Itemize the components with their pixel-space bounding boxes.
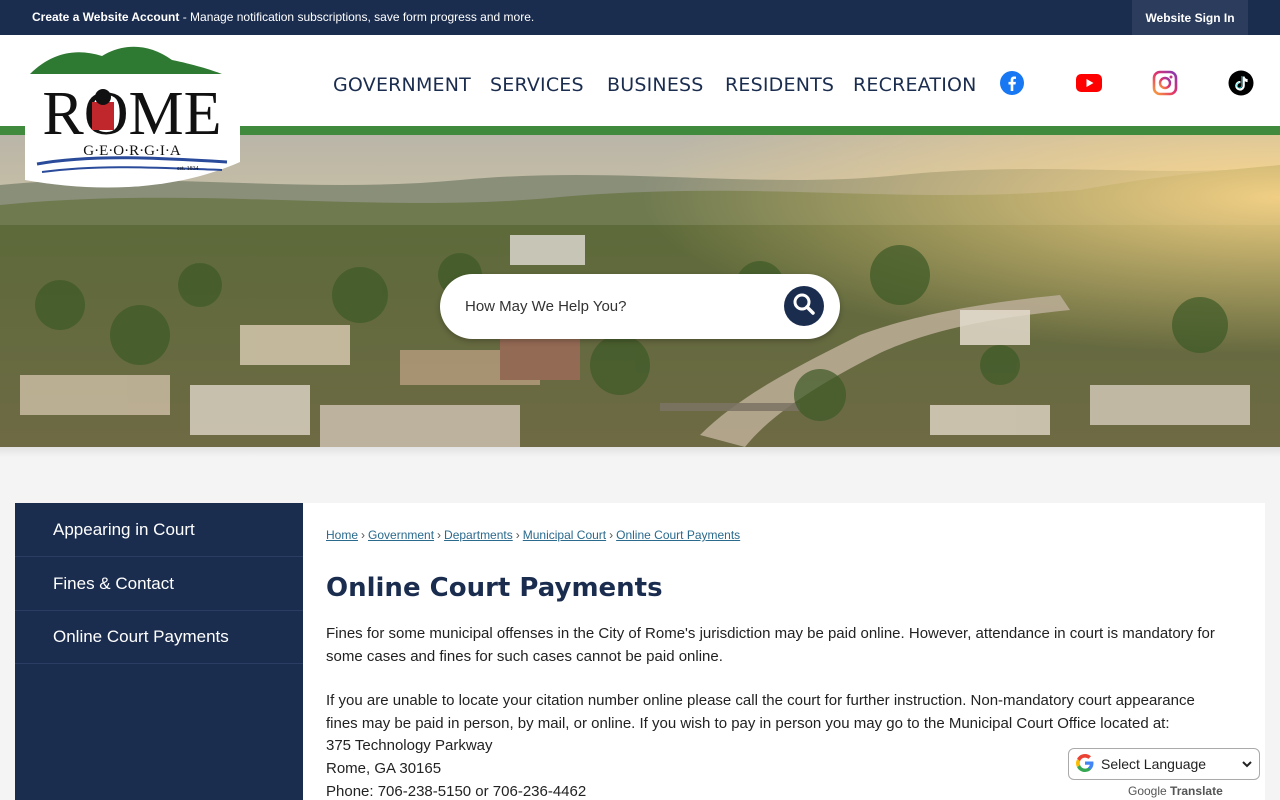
chevron-down-icon (1241, 757, 1253, 774)
city-logo[interactable]: ROME G·E·O·R·G·I·A est. 1834 (22, 42, 243, 188)
nav-government[interactable]: GOVERNMENT (333, 74, 471, 96)
create-account-link[interactable]: Create a Website Account - Manage notifi… (32, 10, 534, 24)
google-g-icon (1075, 753, 1095, 776)
youtube-icon[interactable] (1076, 70, 1102, 96)
nav-recreation[interactable]: RECREATION (853, 74, 977, 96)
logo-city-text: ROME (42, 80, 221, 148)
top-utility-bar: Create a Website Account - Manage notifi… (0, 0, 1280, 35)
logo-est-text: est. 1834 (177, 166, 199, 172)
breadcrumb-departments[interactable]: Departments (444, 528, 513, 542)
facebook-icon[interactable] (999, 70, 1025, 96)
language-select[interactable]: Select Language (1068, 748, 1260, 780)
powered-by-google-translate: Google Translate (1128, 784, 1223, 798)
page-title: Online Court Payments (326, 573, 663, 603)
instagram-icon[interactable] (1152, 70, 1178, 96)
google-label: Google (1128, 784, 1167, 798)
search-icon (792, 292, 816, 321)
tiktok-icon[interactable] (1228, 70, 1254, 96)
create-account-title[interactable]: Create a Website Account (32, 10, 179, 24)
breadcrumb-municipal-court[interactable]: Municipal Court (523, 528, 606, 542)
language-select-label: Select Language (1101, 756, 1207, 772)
sidebar-item-online-court-payments[interactable]: Online Court Payments (15, 610, 303, 664)
sign-in-button[interactable]: Website Sign In (1132, 0, 1248, 35)
breadcrumb: Home › Government › Departments › Municipal Co… (326, 528, 741, 542)
breadcrumb-government[interactable]: Government (368, 528, 434, 542)
sidebar-nav: Appearing in Court Fines & Contact Onlin… (15, 503, 303, 800)
breadcrumb-home[interactable]: Home (326, 528, 358, 542)
intro-paragraph: Fines for some municipal offenses in the… (326, 625, 1215, 665)
search-input[interactable]: How May We Help You? (465, 298, 626, 315)
breadcrumb-online-court-payments[interactable]: Online Court Payments (616, 528, 740, 542)
sidebar-item-appearing-in-court[interactable]: Appearing in Court (15, 503, 303, 557)
nav-residents[interactable]: RESIDENTS (725, 74, 834, 96)
site-search: How May We Help You? (440, 274, 840, 339)
nav-business[interactable]: BUSINESS (607, 74, 704, 96)
nav-services[interactable]: SERVICES (490, 74, 584, 96)
search-button[interactable] (784, 286, 824, 326)
translate-label: Translate (1170, 784, 1223, 798)
create-account-description: - Manage notification subscriptions, sav… (179, 10, 535, 24)
phone-line: Phone: 706-238-5150 or 706-236-4462 (326, 783, 587, 800)
sidebar-item-fines-contact[interactable]: Fines & Contact (15, 557, 303, 611)
instructions-paragraph: If you are unable to locate your citatio… (326, 692, 1195, 732)
